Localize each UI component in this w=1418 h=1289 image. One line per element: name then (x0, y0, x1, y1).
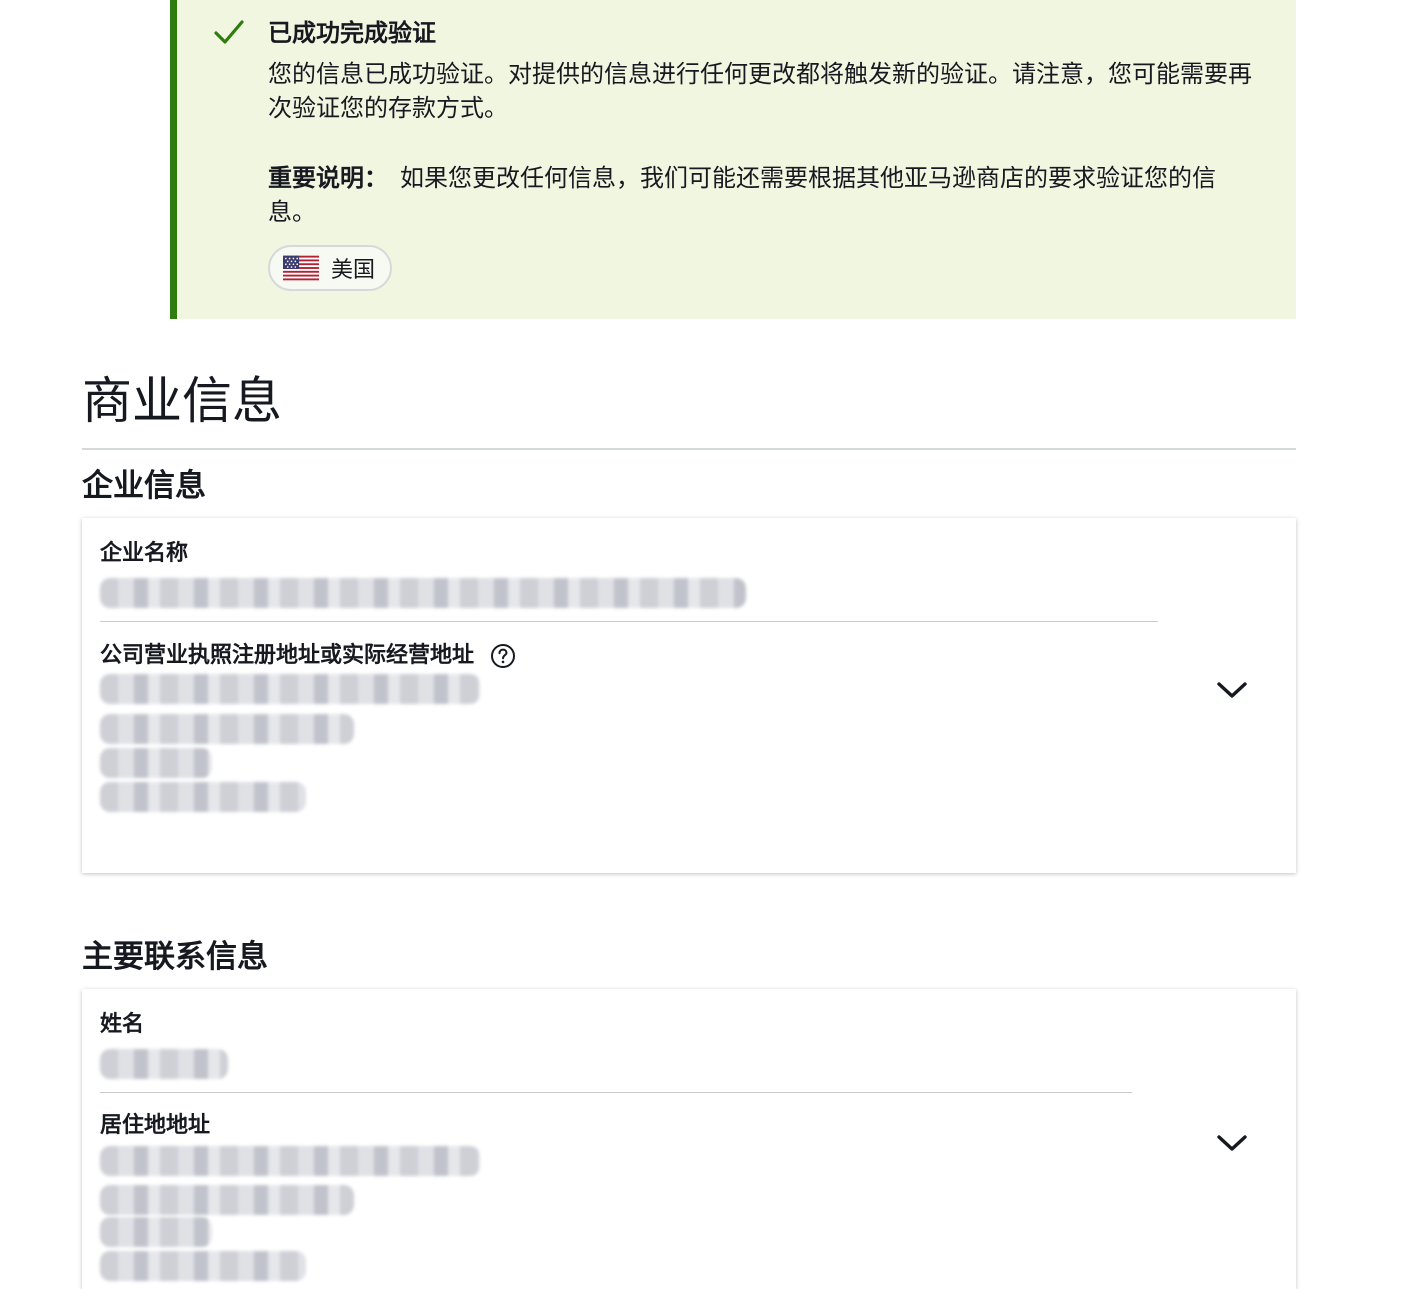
note-text: 如果您更改任何信息，我们可能还需要根据其他亚马逊商店的要求验证您的信息。 (268, 164, 1216, 226)
country-chip-us[interactable]: 美国 (268, 245, 393, 291)
business-name-value (100, 578, 746, 608)
business-address-line-4 (100, 782, 306, 812)
contact-name-value (100, 1049, 228, 1079)
business-address-label-text: 公司营业执照注册地址或实际经营地址 (100, 643, 475, 668)
alert-body: 您的信息已成功验证。对提供的信息进行任何更改都将触发新的验证。请注意，您可能需要… (268, 60, 1252, 122)
alert-important-note: 重要说明： 如果您更改任何信息，我们可能还需要根据其他亚马逊商店的要求验证您的信息… (268, 161, 1248, 229)
expand-business-address-button[interactable] (1214, 675, 1250, 705)
chevron-down-icon (1217, 682, 1247, 698)
alert-title: 已成功完成验证 (268, 19, 436, 47)
contact-address-line-2 (100, 1185, 354, 1215)
business-name-label: 企业名称 (100, 541, 189, 566)
field-divider (100, 1092, 1132, 1093)
contact-address-line-1 (100, 1146, 480, 1176)
us-flag-icon (283, 255, 319, 281)
check-icon (213, 18, 245, 46)
expand-contact-address-button[interactable] (1214, 1128, 1250, 1158)
contact-address-line-4 (100, 1251, 306, 1281)
contact-address-line-3 (100, 1217, 212, 1247)
contact-address-label: 居住地地址 (100, 1113, 211, 1138)
business-section-title: 企业信息 (82, 468, 206, 504)
field-divider (100, 621, 1158, 622)
verification-success-alert: 已成功完成验证 您的信息已成功验证。对提供的信息进行任何更改都将触发新的验证。请… (170, 0, 1296, 319)
business-address-line-2 (100, 714, 354, 744)
contact-section-title: 主要联系信息 (82, 939, 268, 975)
contact-info-card: 姓名 居住地地址 (82, 989, 1296, 1289)
note-label: 重要说明： (268, 164, 388, 192)
business-address-label: 公司营业执照注册地址或实际经营地址 (100, 641, 516, 671)
page-title: 商业信息 (82, 372, 282, 430)
country-label: 美国 (331, 258, 376, 283)
business-info-card: 企业名称 公司营业执照注册地址或实际经营地址 (82, 518, 1296, 873)
business-address-line-1 (100, 674, 480, 704)
title-divider (82, 448, 1296, 450)
help-icon[interactable] (490, 643, 516, 669)
contact-name-label: 姓名 (100, 1012, 145, 1037)
business-address-line-3 (100, 748, 212, 778)
chevron-down-icon (1217, 1135, 1247, 1151)
